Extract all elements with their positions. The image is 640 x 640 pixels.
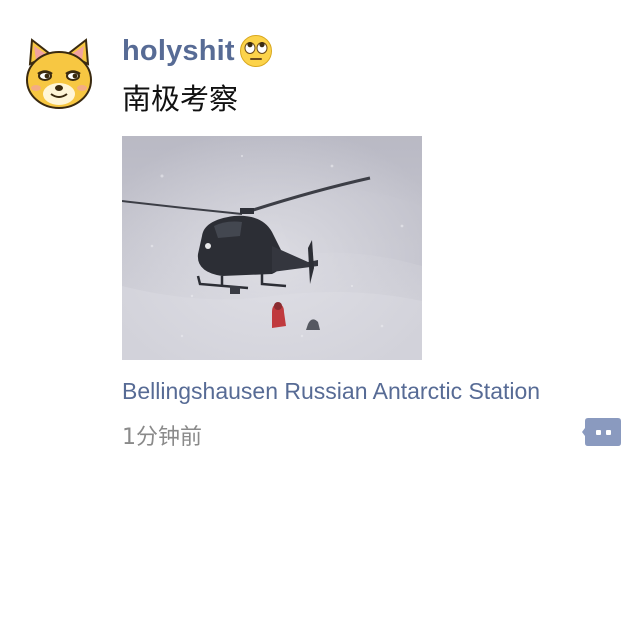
location-link[interactable]: Bellingshausen Russian Antarctic Station — [122, 378, 540, 405]
post-photo[interactable] — [122, 136, 422, 360]
helicopter-in-snowstorm-photo — [122, 136, 422, 360]
username-row: holyshit — [122, 32, 273, 70]
post-text: 南极考察 — [122, 82, 239, 116]
face-with-rolling-eyes-icon — [239, 34, 273, 68]
cat-avatar-icon — [26, 38, 92, 109]
comment-dots-icon — [582, 418, 621, 446]
username-link[interactable]: holyshit — [122, 35, 235, 68]
user-avatar[interactable] — [18, 34, 100, 116]
comment-button[interactable] — [582, 417, 622, 447]
post-timestamp: 1分钟前 — [122, 425, 202, 450]
moments-post: holyshit 南极考察 Bellingshausen Russian Ant… — [0, 0, 640, 640]
